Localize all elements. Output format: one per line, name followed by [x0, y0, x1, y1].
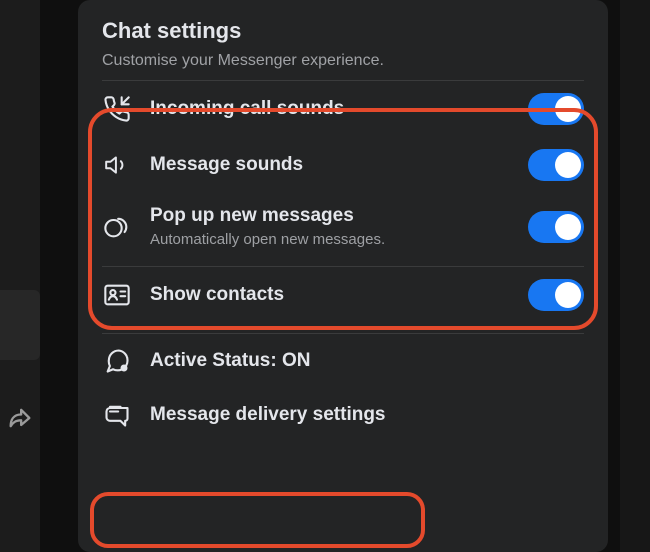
- chat-settings-panel: Chat settings Customise your Messenger e…: [78, 0, 608, 552]
- incoming-call-sounds-label: Incoming call sounds: [150, 98, 510, 120]
- speaker-icon: [102, 150, 132, 180]
- popup-new-messages-sub: Automatically open new messages.: [150, 231, 510, 248]
- show-contacts-toggle[interactable]: [528, 279, 584, 311]
- row-incoming-call-sounds[interactable]: Incoming call sounds: [102, 81, 584, 137]
- phone-incoming-icon: [102, 94, 132, 124]
- message-sounds-label: Message sounds: [150, 154, 510, 176]
- row-popup-new-messages[interactable]: Pop up new messages Automatically open n…: [102, 193, 584, 260]
- left-sidebar-strip: [0, 0, 40, 552]
- row-active-status[interactable]: Active Status: ON: [102, 334, 584, 388]
- contact-card-icon: [102, 280, 132, 310]
- incoming-call-sounds-toggle[interactable]: [528, 93, 584, 125]
- message-lines-icon: [102, 400, 132, 430]
- row-message-sounds[interactable]: Message sounds: [102, 137, 584, 193]
- chat-bubbles-icon: [102, 212, 132, 242]
- active-status-label: Active Status: ON: [150, 350, 584, 372]
- message-sounds-toggle[interactable]: [528, 149, 584, 181]
- row-show-contacts[interactable]: Show contacts: [102, 267, 584, 323]
- chat-bubble-icon: [102, 346, 132, 376]
- row-message-delivery-settings[interactable]: Message delivery settings: [102, 388, 584, 448]
- page-title: Chat settings: [102, 18, 584, 44]
- right-edge-strip: [620, 0, 650, 552]
- share-icon[interactable]: [6, 404, 34, 432]
- popup-new-messages-toggle[interactable]: [528, 211, 584, 243]
- show-contacts-label: Show contacts: [150, 284, 510, 306]
- page-subtitle: Customise your Messenger experience.: [102, 52, 584, 70]
- message-delivery-settings-label: Message delivery settings: [150, 404, 584, 426]
- popup-new-messages-label: Pop up new messages: [150, 205, 510, 227]
